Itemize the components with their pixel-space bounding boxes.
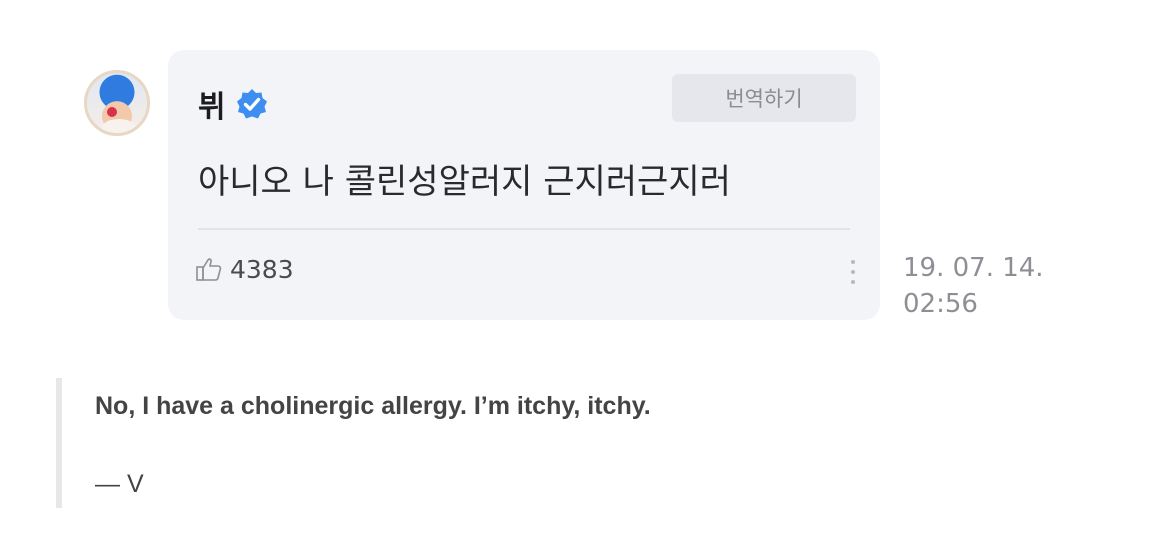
translation-text: No, I have a cholinergic allergy. I’m it…	[95, 392, 651, 420]
post-card: 뷔 번역하기 아니오 나 콜린성알러지 근지러근지러 4383	[168, 50, 880, 320]
like-count: 4383	[230, 254, 294, 284]
avatar-shirt-decoration	[101, 119, 137, 133]
post-timestamp: 19. 07. 14. 02:56	[903, 250, 1044, 322]
avatar[interactable]	[84, 70, 150, 136]
verified-badge-icon	[236, 89, 267, 119]
thumbs-up-icon[interactable]	[194, 254, 224, 284]
post-time: 02:56	[903, 289, 978, 319]
post-message: 아니오 나 콜린성알러지 근지러근지러	[198, 162, 731, 202]
author-name[interactable]: 뷔	[198, 82, 226, 126]
card-divider	[198, 228, 850, 230]
more-vertical-icon[interactable]	[848, 260, 858, 290]
post-date: 19. 07. 14.	[903, 253, 1044, 283]
avatar-flower-decoration	[107, 107, 117, 117]
attribution-text: — V	[95, 470, 144, 498]
like-control[interactable]: 4383	[194, 254, 294, 284]
translate-button[interactable]: 번역하기	[672, 74, 856, 122]
author-row: 뷔	[198, 82, 268, 126]
quote-bar	[56, 378, 62, 508]
page: 뷔 번역하기 아니오 나 콜린성알러지 근지러근지러 4383 19. 07. …	[0, 0, 1152, 538]
